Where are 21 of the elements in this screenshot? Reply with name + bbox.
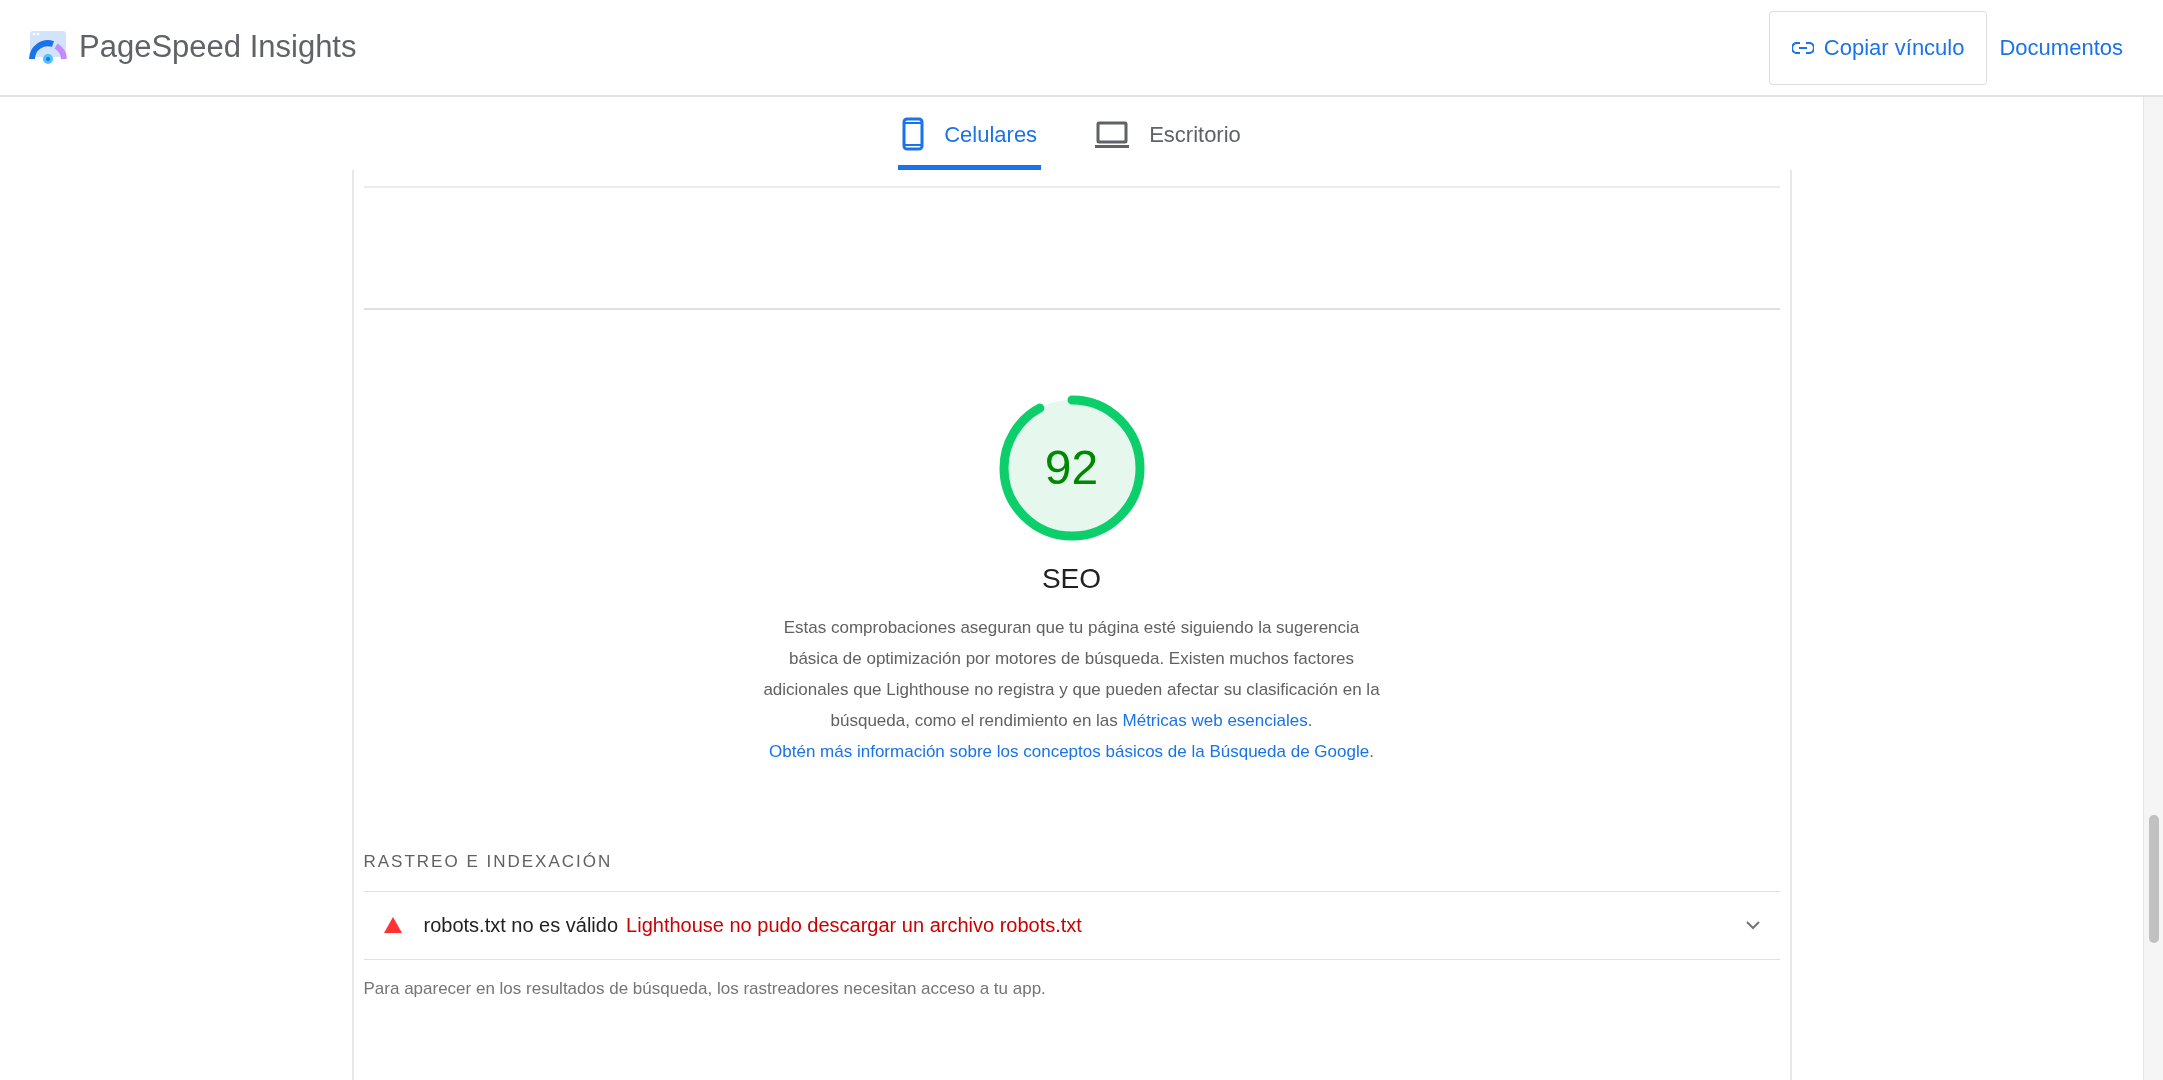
score-value: 92	[1044, 440, 1099, 496]
link-icon	[1791, 41, 1814, 54]
info-link[interactable]: Obtén más información sobre los conceptos básicos de la Búsqueda de Google	[769, 742, 1370, 761]
category-description: Estas comprobaciones aseguran que tu página esté siguiendo la sugerencia básica de optimización por motores de búsqueda. Existen muchos factores adicionales que Lighthouse no registra y que pueden afectar su clasificación en la búsqueda, como el rendimiento en las Métricas web esenciales. Obtén más información sobre los conceptos básicos de la Búsqueda de Google.	[762, 617, 1381, 763]
section-title: RASTREO E INDEXACIÓN	[363, 852, 613, 871]
laptop-icon	[1095, 120, 1130, 149]
audit-detail: Lighthouse no pudo descargar un archivo robots.txt	[626, 913, 1082, 938]
phone-icon	[902, 117, 925, 151]
copy-link-button[interactable]: Copiar vínculo	[1768, 10, 1988, 85]
section-note: Para aparecer en los resultados de búsqueda, los rastreadores necesitan acceso a tu app.	[363, 977, 1047, 1000]
docs-link[interactable]: Documentos	[1999, 31, 2123, 64]
logo-icon	[29, 28, 67, 67]
info-link[interactable]: Métricas web esenciales	[1122, 711, 1308, 730]
device-tab[interactable]: Escritorio	[1091, 118, 1245, 170]
audit-row[interactable]: robots.txt no es válido Lighthouse no pudo descargar un archivo robots.txt	[363, 891, 1780, 960]
audit-title: robots.txt no es válido	[423, 913, 619, 938]
scrollbar[interactable]	[2143, 97, 2163, 1080]
warning-triangle-icon	[383, 917, 402, 933]
app-title: PageSpeed Insights	[79, 28, 357, 67]
device-tab[interactable]: Celulares	[898, 117, 1042, 170]
category-title: SEO	[1041, 562, 1102, 596]
